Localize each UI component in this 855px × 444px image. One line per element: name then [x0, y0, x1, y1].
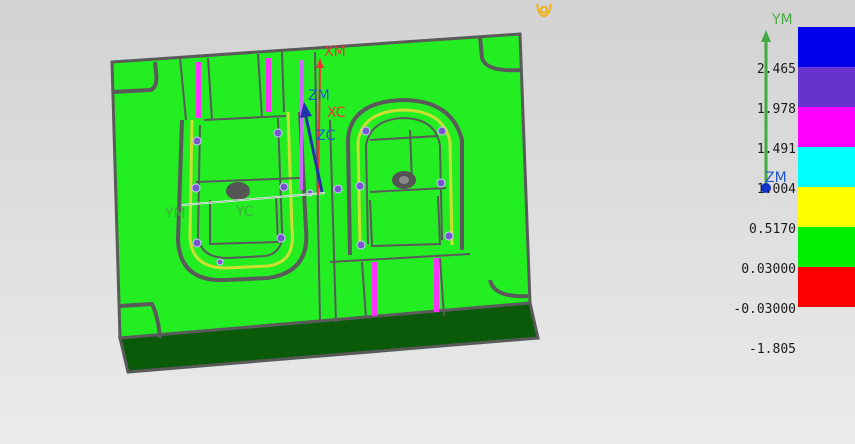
legend-value: 0.5170: [749, 222, 796, 237]
legend-labels: 2.465 1.978 1.491 1.004 0.5170 0.03000 -…: [700, 0, 796, 444]
xm-axis-label: XM: [324, 44, 346, 60]
sprue-hole-left: [226, 182, 250, 200]
legend-band-yellow: [798, 187, 855, 227]
legend-value: -0.03000: [733, 302, 796, 317]
zc-axis-label: ZC: [316, 128, 336, 144]
legend-band-green: [798, 227, 855, 267]
legend-band-red: [798, 267, 855, 307]
legend-value: -1.805: [749, 342, 796, 357]
legend-value: 0.03000: [741, 262, 796, 277]
xc-axis-label: XC: [327, 105, 346, 121]
legend-value: 1.978: [756, 102, 796, 117]
graphics-viewport[interactable]: XM ZM XC ZC YM YC YM ZM 2.465 1.978 1.49…: [0, 0, 855, 444]
legend-value: 2.465: [756, 62, 796, 77]
legend-band-cyan: [798, 147, 855, 187]
color-legend-bar: [798, 27, 855, 307]
legend-value: 1.004: [756, 182, 796, 197]
orient-icon[interactable]: [533, 0, 555, 20]
ym-model-axis-label: YM: [165, 206, 186, 222]
legend-band-magenta: [798, 107, 855, 147]
zm-axis-label: ZM: [308, 88, 330, 104]
legend-value: 1.491: [756, 142, 796, 157]
legend-band-blue: [798, 27, 855, 67]
legend-band-purple: [798, 67, 855, 107]
yc-axis-label: YC: [236, 204, 254, 220]
